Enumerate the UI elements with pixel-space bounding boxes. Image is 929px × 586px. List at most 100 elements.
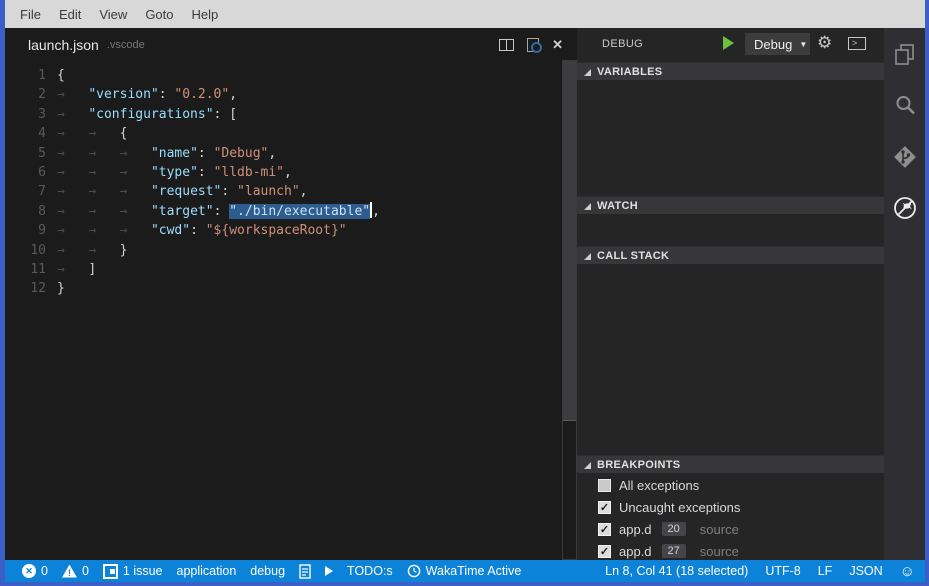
breakpoint-checkbox[interactable]: ✓ <box>598 523 611 536</box>
breakpoint-row[interactable]: All exceptions <box>577 474 884 496</box>
debug-icon[interactable] <box>892 195 918 221</box>
status-label: LF <box>818 564 833 578</box>
status-item-lf[interactable]: LF <box>818 564 833 578</box>
breakpoint-checkbox[interactable]: ✓ <box>598 501 611 514</box>
code-line[interactable]: 7→ → → "request": "launch", <box>5 182 561 201</box>
section-header-variables[interactable]: VARIABLES <box>577 62 884 80</box>
code-token: ] <box>88 262 96 277</box>
status-label: TODO:s <box>347 564 393 578</box>
breakpoint-row[interactable]: ✓app.d20source <box>577 518 884 540</box>
section-title: BREAKPOINTS <box>597 459 680 471</box>
status-item-application[interactable]: application <box>177 564 237 578</box>
line-number: 5 <box>5 144 46 163</box>
tab-whitespace-arrow: → <box>88 184 119 199</box>
code-token: "Debug" <box>214 146 269 161</box>
scrollbar-thumb[interactable] <box>563 61 576 421</box>
code-line[interactable]: 10→ → } <box>5 241 561 260</box>
editor-actions: ✕ <box>499 28 563 61</box>
debug-config-value: Debug <box>754 37 792 52</box>
debug-config-dropdown[interactable]: Debug ▼ <box>745 33 810 55</box>
status-item-0[interactable]: !0 <box>62 564 89 578</box>
code-token: "cwd" <box>151 223 190 238</box>
tab-whitespace-arrow: → <box>120 146 151 161</box>
code-token: "0.2.0" <box>174 87 229 102</box>
code-token: : <box>190 223 206 238</box>
status-label: debug <box>250 564 285 578</box>
breakpoint-row[interactable]: ✓Uncaught exceptions <box>577 496 884 518</box>
status-item-wakatime-active[interactable]: WakaTime Active <box>407 564 522 578</box>
status-item-ln-8-col-41-18-selected-[interactable]: Ln 8, Col 41 (18 selected) <box>605 564 748 578</box>
code-line[interactable]: 12} <box>5 279 561 298</box>
debug-console-icon[interactable]: > <box>848 37 866 50</box>
tab-whitespace-arrow: → <box>57 146 88 161</box>
code-token: "version" <box>88 87 158 102</box>
tab-whitespace-arrow: → <box>88 165 119 180</box>
search-icon[interactable] <box>892 92 918 118</box>
section-header-watch[interactable]: WATCH <box>577 196 884 214</box>
status-item-debug[interactable]: debug <box>250 564 285 578</box>
menu-item-edit[interactable]: Edit <box>50 7 90 22</box>
warning-icon: ! <box>62 565 77 578</box>
breakpoint-row[interactable]: ✓app.d27source <box>577 540 884 560</box>
code-token: : <box>198 146 214 161</box>
status-item-1-issue[interactable]: 1 issue <box>103 564 163 579</box>
editor-scrollbar[interactable] <box>562 60 577 560</box>
code-token: "name" <box>151 146 198 161</box>
code-line[interactable]: 11 → ] <box>5 260 561 279</box>
status-item-todo-s[interactable]: TODO:s <box>347 564 393 578</box>
tab-whitespace-arrow: → <box>88 243 119 258</box>
menu-item-file[interactable]: File <box>11 7 50 22</box>
code-line[interactable]: 3→ "configurations": [ <box>5 105 561 124</box>
breakpoint-label: app.d <box>619 522 652 537</box>
start-debug-button[interactable] <box>723 36 734 50</box>
code-line[interactable]: 9→ → → "cwd": "${workspaceRoot}" <box>5 221 561 240</box>
code-text: → → → "target": "./bin/executable", <box>46 202 380 221</box>
line-number: 11 <box>5 260 46 279</box>
menu-item-help[interactable]: Help <box>183 7 228 22</box>
tab-whitespace-arrow: → <box>120 184 151 199</box>
editor-group[interactable]: launch.json .vscode ✕ 1{2→ "version": "0… <box>5 28 577 560</box>
tab-whitespace-arrow: → <box>57 262 88 277</box>
code-line[interactable]: 1{ <box>5 66 561 85</box>
status-item[interactable] <box>299 564 311 579</box>
code-text: → "version": "0.2.0", <box>46 85 237 104</box>
open-preview-icon[interactable] <box>527 38 539 52</box>
section-header-call-stack[interactable]: CALL STACK <box>577 246 884 264</box>
configure-gear-icon[interactable]: ⚙ <box>817 32 832 54</box>
line-number: 6 <box>5 163 46 182</box>
status-label: UTF-8 <box>765 564 800 578</box>
breakpoint-checkbox[interactable]: ✓ <box>598 545 611 558</box>
code-line[interactable]: 4→ → { <box>5 124 561 143</box>
menu-item-goto[interactable]: Goto <box>136 7 182 22</box>
breakpoint-hint: source <box>700 522 739 537</box>
split-editor-icon[interactable] <box>499 39 514 51</box>
status-item--[interactable]: ☺ <box>900 564 915 579</box>
code-line[interactable]: 6→ → → "type": "lldb-mi", <box>5 163 561 182</box>
tab-title[interactable]: launch.json <box>28 37 99 53</box>
code-line[interactable]: 8→ → → "target": "./bin/executable", <box>5 202 561 221</box>
source-control-icon[interactable] <box>892 144 918 170</box>
line-number: 4 <box>5 124 46 143</box>
code-editor[interactable]: 1{2→ "version": "0.2.0",3→ "configuratio… <box>5 66 561 299</box>
code-token: , <box>229 87 237 102</box>
issues-icon <box>103 564 118 579</box>
status-item[interactable] <box>325 566 333 576</box>
code-text: → → → "request": "launch", <box>46 182 308 201</box>
selected-text: "./bin/executable" <box>229 204 370 219</box>
debug-panel-title: DEBUG <box>602 38 643 50</box>
explorer-icon[interactable] <box>892 42 918 68</box>
document-icon <box>299 564 311 579</box>
status-item-utf-8[interactable]: UTF-8 <box>765 564 800 578</box>
code-line[interactable]: 2→ "version": "0.2.0", <box>5 85 561 104</box>
close-icon[interactable]: ✕ <box>552 38 563 51</box>
status-item-json[interactable]: JSON <box>849 564 882 578</box>
tab-whitespace-arrow: → <box>88 146 119 161</box>
menu-item-view[interactable]: View <box>90 7 136 22</box>
breakpoint-checkbox[interactable] <box>598 479 611 492</box>
status-item-0[interactable]: ✕0 <box>22 564 48 578</box>
code-text: → → { <box>46 124 127 143</box>
section-header-breakpoints[interactable]: BREAKPOINTS <box>577 455 884 473</box>
window-border-bottom <box>0 582 929 586</box>
code-line[interactable]: 5→ → → "name": "Debug", <box>5 144 561 163</box>
line-number: 8 <box>5 202 46 221</box>
